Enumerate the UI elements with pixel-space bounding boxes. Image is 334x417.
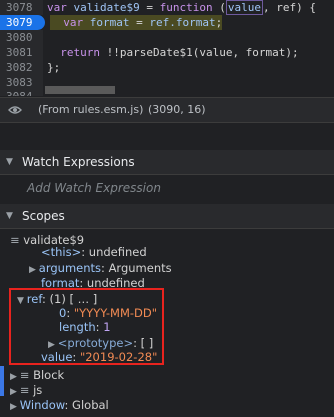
scope-window[interactable]: ▶ Window: Global: [10, 397, 109, 413]
eye-icon[interactable]: [8, 98, 22, 122]
add-watch-expression-placeholder[interactable]: Add Watch Expression: [27, 181, 161, 195]
scope-list-icon: ≡: [19, 383, 34, 397]
scope-block[interactable]: ▶ ≡ Block: [10, 367, 64, 383]
line-number[interactable]: 3082: [0, 60, 43, 75]
collapsed-triangle-icon[interactable]: ▶: [10, 402, 20, 412]
scope-var-arguments[interactable]: ▶ arguments: Arguments: [29, 260, 172, 276]
line-number[interactable]: 3084: [0, 89, 43, 96]
line-number-breakpoint[interactable]: 3079: [0, 15, 45, 30]
scope-list-icon: ≡: [10, 233, 24, 247]
collapsed-triangle-icon[interactable]: ▶: [10, 372, 20, 382]
cursor-position: (3090, 16): [148, 103, 206, 116]
watch-expressions-header[interactable]: ▼ Watch Expressions: [0, 150, 334, 175]
collapsed-triangle-icon[interactable]: ▶: [29, 265, 39, 275]
scope-list-icon: ≡: [19, 368, 34, 382]
selection-accent: [0, 366, 4, 396]
scope-var-this[interactable]: <this>: undefined: [41, 244, 147, 260]
code-line: 3078 var validate$9 = function (value, r…: [0, 0, 334, 15]
code-line-active: 3079 var format = ref.format;: [0, 15, 334, 30]
expanded-triangle-icon: ▼: [6, 211, 13, 221]
line-number[interactable]: 3078: [0, 0, 43, 15]
highlight-annotation-box: [9, 288, 164, 365]
source-file-label[interactable]: (From rules.esm.js): [38, 98, 143, 122]
watch-expressions-body[interactable]: Add Watch Expression: [0, 176, 334, 205]
code-line: 3080: [0, 30, 334, 45]
param-value: value: [225, 0, 263, 15]
code-line: 3081 return !!parseDate$1(value, format)…: [0, 45, 334, 60]
expanded-triangle-icon: ▼: [6, 157, 13, 167]
code-editor[interactable]: 3078 var validate$9 = function (value, r…: [0, 0, 334, 96]
line-number[interactable]: 3080: [0, 30, 43, 45]
line-number[interactable]: 3083: [0, 75, 43, 90]
scopes-header[interactable]: ▼ Scopes: [0, 204, 334, 229]
collapsed-triangle-icon[interactable]: ▶: [10, 387, 20, 397]
scope-js[interactable]: ▶ ≡ js: [10, 382, 42, 398]
horizontal-scrollbar[interactable]: [45, 86, 115, 94]
editor-statusbar: (From rules.esm.js) (3090, 16): [0, 97, 334, 123]
code-line: 3082 };: [0, 60, 334, 75]
line-number[interactable]: 3081: [0, 45, 43, 60]
